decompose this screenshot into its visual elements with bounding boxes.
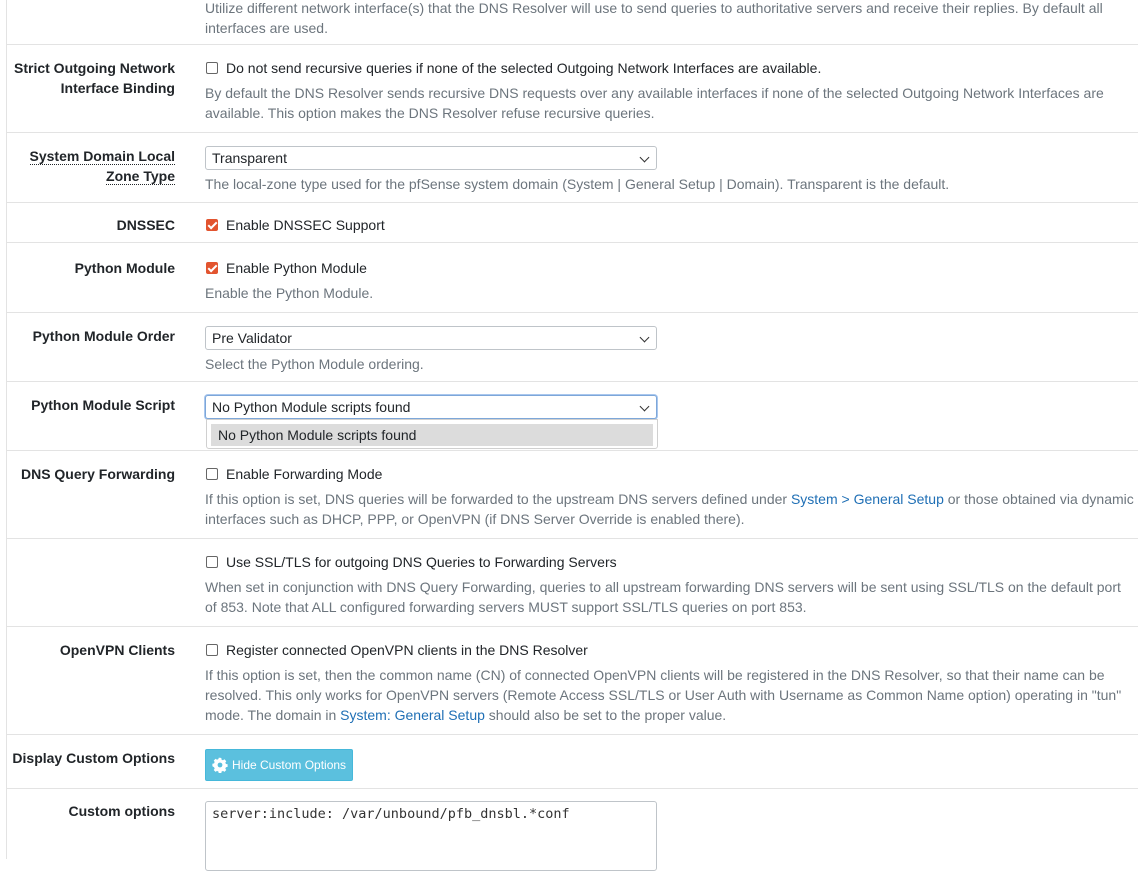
- python-module-order-row: Python Module Order Pre Validator Select…: [7, 313, 1138, 382]
- ssl-tls-help: When set in conjunction with DNS Query F…: [205, 579, 1121, 615]
- custom-options-label: Custom options: [68, 803, 175, 819]
- gear-icon: [212, 757, 228, 773]
- python-module-label: Python Module: [74, 260, 175, 276]
- ssl-tls-forwarding-row: Use SSL/TLS for outgoing DNS Queries to …: [7, 539, 1138, 627]
- dnssec-label: DNSSEC: [116, 217, 175, 233]
- python-module-script-select[interactable]: No Python Module scripts found No Python…: [205, 395, 658, 449]
- strict-outgoing-checkbox[interactable]: [206, 62, 218, 74]
- dns-query-forwarding-label: DNS Query Forwarding: [20, 466, 175, 482]
- python-module-checkbox[interactable]: [206, 262, 218, 274]
- chevron-down-icon: [639, 152, 650, 163]
- forwarding-mode-checkbox-label: Enable Forwarding Mode: [226, 466, 383, 482]
- ssl-tls-checkbox-label: Use SSL/TLS for outgoing DNS Queries to …: [226, 554, 617, 570]
- hide-custom-options-label: Hide Custom Options: [232, 758, 347, 772]
- outgoing-interfaces-help: Utilize different network interface(s) t…: [205, 0, 1103, 36]
- system-domain-zone-row: System Domain Local Zone Type Transparen…: [7, 133, 1138, 203]
- strict-outgoing-help: By default the DNS Resolver sends recurs…: [205, 85, 1104, 121]
- system-domain-zone-help: The local-zone type used for the pfSense…: [205, 176, 950, 192]
- dns-resolver-settings-form: Utilize different network interface(s) t…: [6, 0, 1138, 871]
- openvpn-clients-label: OpenVPN Clients: [59, 642, 175, 658]
- python-module-script-dropdown: No Python Module scripts found: [206, 419, 658, 449]
- system-general-setup-link[interactable]: System: General Setup: [340, 707, 485, 723]
- custom-options-row: Custom options server:include: /var/unbo…: [7, 789, 1138, 871]
- general-setup-link[interactable]: System > General Setup: [791, 491, 944, 507]
- chevron-down-icon: [639, 401, 650, 412]
- display-custom-options-label: Display Custom Options: [12, 750, 175, 766]
- outgoing-interfaces-row: Utilize different network interface(s) t…: [7, 0, 1138, 45]
- python-module-order-help: Select the Python Module ordering.: [205, 356, 424, 372]
- strict-outgoing-checkbox-line[interactable]: Do not send recursive queries if none of…: [205, 58, 1135, 78]
- strict-outgoing-checkbox-label: Do not send recursive queries if none of…: [226, 60, 822, 76]
- system-domain-zone-label: System Domain Local Zone Type: [29, 148, 175, 185]
- custom-options-textarea[interactable]: server:include: /var/unbound/pfb_dnsbl.*…: [205, 801, 657, 871]
- python-module-checkbox-label: Enable Python Module: [226, 260, 367, 276]
- python-module-row: Python Module Enable Python Module Enabl…: [7, 243, 1138, 313]
- openvpn-clients-help: If this option is set, then the common n…: [205, 667, 1122, 723]
- strict-outgoing-label: Strict Outgoing Network Interface Bindin…: [14, 60, 175, 96]
- dnssec-row: DNSSEC Enable DNSSEC Support: [7, 203, 1138, 243]
- system-domain-zone-select[interactable]: Transparent: [205, 146, 657, 170]
- ssl-tls-checkbox[interactable]: [206, 556, 218, 568]
- forwarding-mode-checkbox[interactable]: [206, 468, 218, 480]
- openvpn-register-checkbox[interactable]: [206, 644, 218, 656]
- python-module-script-label: Python Module Script: [31, 397, 175, 413]
- python-module-order-select[interactable]: Pre Validator: [205, 326, 657, 350]
- dns-query-forwarding-help: If this option is set, DNS queries will …: [205, 491, 1134, 527]
- python-module-help: Enable the Python Module.: [205, 285, 374, 301]
- openvpn-register-checkbox-label: Register connected OpenVPN clients in th…: [226, 642, 588, 658]
- strict-outgoing-row: Strict Outgoing Network Interface Bindin…: [7, 45, 1138, 133]
- python-module-order-label: Python Module Order: [32, 328, 175, 344]
- forwarding-mode-checkbox-line[interactable]: Enable Forwarding Mode: [205, 464, 1135, 484]
- dnssec-checkbox[interactable]: [206, 219, 218, 231]
- ssl-tls-checkbox-line[interactable]: Use SSL/TLS for outgoing DNS Queries to …: [205, 552, 1135, 572]
- display-custom-options-row: Display Custom Options Hide Custom Optio…: [7, 735, 1138, 789]
- dnssec-checkbox-label: Enable DNSSEC Support: [226, 217, 385, 233]
- chevron-down-icon: [639, 332, 650, 343]
- python-module-checkbox-line[interactable]: Enable Python Module: [205, 258, 1135, 278]
- dns-query-forwarding-row: DNS Query Forwarding Enable Forwarding M…: [7, 451, 1138, 539]
- dropdown-option[interactable]: No Python Module scripts found: [211, 424, 653, 446]
- hide-custom-options-button[interactable]: Hide Custom Options: [205, 749, 354, 781]
- dnssec-checkbox-line[interactable]: Enable DNSSEC Support: [205, 215, 1135, 235]
- openvpn-clients-row: OpenVPN Clients Register connected OpenV…: [7, 627, 1138, 735]
- python-module-script-row: Python Module Script No Python Module sc…: [7, 382, 1138, 451]
- openvpn-register-checkbox-line[interactable]: Register connected OpenVPN clients in th…: [205, 640, 1135, 660]
